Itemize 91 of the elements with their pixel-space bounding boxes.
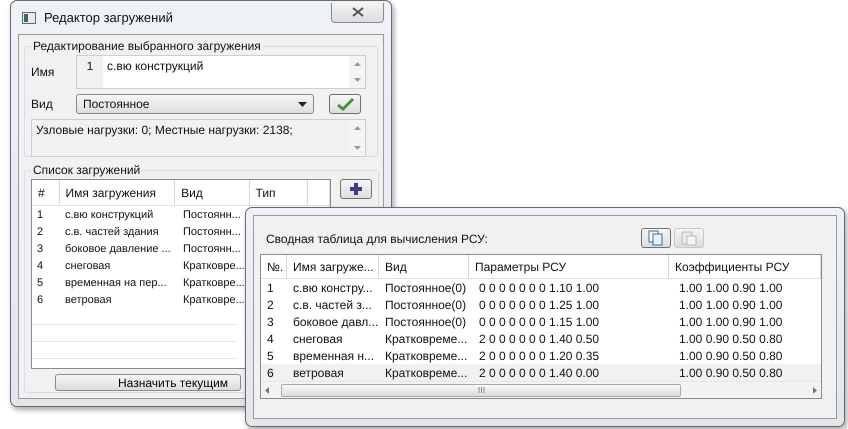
table-cell-text: 5 [36, 276, 44, 290]
column-header[interactable]: Имя загружения [60, 180, 176, 205]
table-cell-text: с.вю конструкций [64, 208, 154, 222]
table-cell-text: Постоянн... [182, 242, 242, 256]
table-cell-text: Кратковреме... [384, 348, 468, 364]
table-cell-text: 2 0 0 0 0 0 0 1.40 0.50 [478, 330, 600, 347]
group-title: Редактирование выбранного загружения [32, 39, 262, 53]
horizontal-scrollbar[interactable] [261, 381, 821, 398]
table-cell-text: 1.00 1.00 0.90 1.00 [678, 296, 784, 313]
scroll-up-icon [354, 62, 360, 66]
table-cell-text: с.в. частей з... [292, 296, 373, 313]
table-cell-text: ветровая [292, 364, 345, 381]
table-cell-text: 1.00 0.90 0.50 0.80 [678, 348, 784, 364]
table-cell-text: 0 0 0 0 0 0 0 1.15 1.00 [478, 314, 600, 330]
table-cell-text: 0 0 0 0 0 0 0 1.10 1.00 [478, 280, 600, 296]
table-cell-text: Кратковреме... [384, 364, 468, 381]
table-caption: Сводная таблица для вычисления РСУ: [265, 231, 488, 246]
dropdown-value: Постоянное [83, 97, 150, 111]
scroll-right-icon [813, 386, 817, 394]
apply-button[interactable] [329, 94, 361, 114]
table-cell-text: снеговая [292, 330, 344, 347]
table-cell-text: с.в. частей здания [64, 224, 160, 240]
table-cell-text: ветровая [64, 292, 113, 308]
table-cell-text: Кратковре... [182, 276, 246, 290]
table-cell-text: 1 [36, 208, 44, 222]
grip-icon [478, 387, 484, 393]
table-cell-text: 6 [36, 292, 44, 308]
assign-button[interactable]: Назначить текущим [55, 374, 241, 391]
column-header[interactable]: Вид [175, 180, 250, 205]
row-number: 1 [77, 56, 103, 88]
table-cell-text: Кратковре... [182, 292, 246, 308]
table-cell-text: Постоянн... [182, 208, 242, 222]
info-text: Узловые нагрузки: 0; Местные нагрузки: 2138; [35, 122, 294, 139]
column-header[interactable]: Параметры РСУ [469, 255, 669, 278]
scrollbar-thumb[interactable] [281, 384, 681, 396]
table-cell-text: 2 [36, 224, 44, 240]
name-field[interactable]: 1 с.вю конструкций [76, 55, 366, 89]
plus-icon [349, 182, 363, 196]
table-cell-text: 2 [266, 296, 275, 313]
column-header[interactable]: # [32, 180, 60, 205]
close-icon [352, 7, 364, 17]
table-cell-text: Постоянное(0) [384, 314, 468, 330]
column-header[interactable]: Имя загруже... [287, 255, 379, 278]
table-cell-text: Кратковре... [182, 258, 246, 274]
table-cell-text: Постоянн... [182, 224, 242, 240]
paste-icon [681, 230, 697, 246]
copy-button[interactable] [641, 228, 671, 248]
table-cell-text: Кратковреме... [384, 330, 468, 347]
table-cell-text: 3 [266, 314, 275, 330]
table-cell-text: 1 [266, 280, 275, 296]
column-header[interactable]: Коэффициенты РСУ [669, 255, 821, 278]
table-cell-text: снеговая [64, 258, 112, 274]
table-cell-text: 1.00 0.90 0.50 0.80 [678, 364, 784, 381]
column-header[interactable]: Вид [379, 255, 469, 278]
window-title: Редактор загружений [44, 10, 173, 25]
table-cell-text: 1.00 1.00 0.90 1.00 [678, 314, 784, 330]
field-label: Имя [31, 65, 56, 79]
table-cell-text: 2 0 0 0 0 0 0 1.40 0.00 [478, 364, 600, 381]
table-cell-text: 3 [36, 242, 44, 256]
table-cell-text: боковое давл... [292, 314, 379, 330]
table-cell-text: Постоянное(0) [384, 280, 468, 296]
add-button[interactable] [340, 179, 372, 199]
table-cell-text: 6 [266, 364, 275, 381]
type-dropdown[interactable]: Постоянное [76, 94, 314, 114]
scroll-down-icon [354, 146, 360, 150]
table-cell-text: 0 0 0 0 0 0 0 1.25 1.00 [478, 296, 600, 313]
scroll-down-icon [354, 78, 360, 82]
dropdown-arrow-icon [298, 102, 307, 106]
table-cell-text: 1.00 1.00 0.90 1.00 [678, 280, 784, 296]
table-cell-text: 4 [36, 258, 44, 274]
copy-icon [648, 230, 664, 246]
table-cell-text: боковое давление ... [64, 242, 172, 256]
table-cell-text: временная н... [292, 348, 376, 364]
table-cell-text: временная на пер... [64, 276, 168, 290]
scroll-left-icon [265, 386, 269, 394]
scroll-up-icon [354, 126, 360, 130]
group-title: Список загружений [32, 163, 142, 177]
table-cell-text: 5 [266, 348, 275, 364]
close-button[interactable] [331, 2, 384, 22]
table-cell-text: 4 [266, 330, 275, 347]
table-cell-text: 1.00 0.90 0.50 0.80 [678, 330, 784, 347]
column-header[interactable]: Тип [250, 180, 308, 205]
window-icon [22, 12, 36, 24]
name-value: с.вю конструкций [106, 58, 204, 75]
checkmark-icon [335, 97, 355, 111]
column-header[interactable]: №. [261, 255, 287, 278]
table-cell-text: 2 0 0 0 0 0 0 1.20 0.35 [478, 348, 600, 364]
table-row[interactable]: 6 ветровая Кратковреме... 2 0 0 0 0 0 0 1.40 0.00 1.00 0.90 0.50 0.80 [261, 364, 821, 381]
table-cell-text: с.вю констру... [292, 280, 374, 296]
field-label: Вид [31, 97, 54, 111]
table-cell-text: Постоянное(0) [384, 296, 468, 313]
